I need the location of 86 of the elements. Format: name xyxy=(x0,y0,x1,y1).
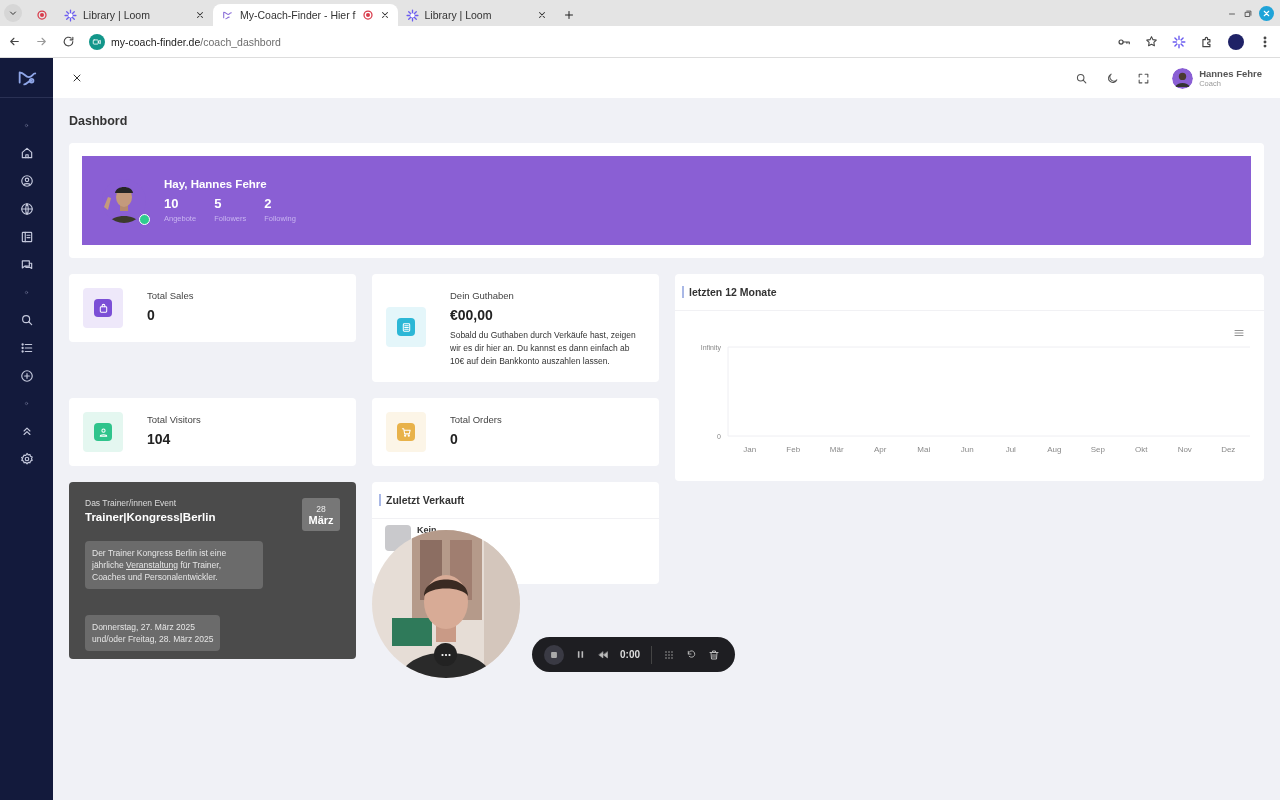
trash-icon[interactable] xyxy=(708,648,720,661)
card-value: 0 xyxy=(450,431,459,447)
card-title: Total Orders xyxy=(450,414,502,425)
card-value: 104 xyxy=(147,431,172,447)
close-window-button[interactable] xyxy=(1259,6,1274,21)
event-title: Trainer|Kongress|Berlin xyxy=(85,511,216,523)
axis-tick-label: Jan xyxy=(743,445,757,454)
close-icon[interactable] xyxy=(71,72,83,84)
dot-icon xyxy=(23,289,30,296)
chat-icon[interactable] xyxy=(19,258,34,272)
record-icon xyxy=(36,9,48,21)
sunburst-icon[interactable] xyxy=(1172,34,1186,49)
event-date: und/oder Freitag, 28. März 2025 xyxy=(92,633,214,645)
close-icon[interactable] xyxy=(379,10,390,20)
stat-value: 10 xyxy=(164,196,180,211)
card-title: Total Visitors xyxy=(147,414,201,425)
dot-icon xyxy=(23,400,30,407)
axis-tick-label: Jun xyxy=(960,445,974,454)
settings-icon[interactable] xyxy=(19,452,34,466)
card-title: Total Sales xyxy=(147,290,194,301)
rewind-icon[interactable] xyxy=(597,648,609,661)
stop-icon xyxy=(549,649,559,660)
home-icon[interactable] xyxy=(19,146,34,160)
profile-avatar[interactable] xyxy=(1228,33,1244,50)
pause-icon[interactable] xyxy=(575,649,586,660)
layout-icon[interactable] xyxy=(19,230,34,244)
axis-tick-label: Okt xyxy=(1135,445,1148,454)
card-value: €00,00 xyxy=(450,307,494,323)
site-info-icon[interactable] xyxy=(89,33,105,50)
globe-icon[interactable] xyxy=(19,202,34,216)
undo-icon[interactable] xyxy=(686,649,697,660)
moon-icon[interactable] xyxy=(1106,71,1120,85)
axis-tick-label: Sep xyxy=(1090,445,1105,454)
list-icon[interactable] xyxy=(19,341,34,355)
user-icon[interactable] xyxy=(19,174,34,188)
page-title: Dashbord xyxy=(69,114,129,128)
search-icon[interactable] xyxy=(1075,71,1089,85)
card-heading: Zuletzt Verkauft xyxy=(386,494,465,506)
add-icon[interactable] xyxy=(19,369,34,383)
axis-tick-label: Dez xyxy=(1221,445,1236,454)
card-value: 0 xyxy=(147,307,156,323)
camera-icon xyxy=(92,36,102,47)
browser-tab[interactable]: My-Coach-Finder - Hier f xyxy=(213,4,398,26)
stat-value: 5 xyxy=(214,196,223,211)
axis-tick-label: Nov xyxy=(1177,445,1192,454)
event-date: Donnerstag, 27. März 2025 xyxy=(92,621,196,633)
close-icon[interactable] xyxy=(195,10,205,20)
search-icon[interactable] xyxy=(19,313,34,327)
record-icon xyxy=(361,9,374,21)
user-avatar[interactable] xyxy=(1172,67,1194,89)
axis-tick-label: Aug xyxy=(1047,445,1062,454)
plus-icon[interactable] xyxy=(562,9,575,21)
recording-time: 0:00 xyxy=(620,649,640,660)
stop-button[interactable] xyxy=(544,644,564,665)
star-icon[interactable] xyxy=(1145,35,1158,48)
sunburst-icon xyxy=(64,8,77,22)
close-icon xyxy=(1262,9,1271,18)
axis-tick-label: Mär xyxy=(829,445,844,454)
axis-tick-label: Apr xyxy=(874,445,887,454)
badge-day: 28 xyxy=(316,503,326,514)
reload-icon[interactable] xyxy=(62,35,75,48)
axis-tick-label: Jul xyxy=(1005,445,1016,454)
axis-tick-label: Feb xyxy=(786,445,801,454)
puzzle-icon[interactable] xyxy=(1200,34,1214,49)
user-name: Hannes Fehre xyxy=(1199,68,1262,79)
menu-icon[interactable] xyxy=(1233,327,1245,339)
greeting: Hay, Hannes Fehre xyxy=(164,178,268,190)
back-icon[interactable] xyxy=(8,35,21,48)
event-label: Das Trainer/innen Event xyxy=(85,498,178,508)
maximize-icon[interactable] xyxy=(1243,8,1253,19)
fullscreen-icon[interactable] xyxy=(1137,71,1151,85)
browser-tab[interactable]: Library | Loom xyxy=(397,4,555,26)
forward-icon[interactable] xyxy=(35,35,48,48)
card-note: Sobald du Guthaben durch Verkäufe hast, zeigen wir es dir hier an. Du kannst es dann einfach ab 10€ auf dein Bankkonto auszahlen lassen. xyxy=(450,329,637,368)
event-description: Der Trainer Kongress Berlin ist eine jährliche Veranstaltung für Trainer, Coaches und Personalentwickler. xyxy=(85,541,263,589)
event-link[interactable]: Veranstaltung xyxy=(126,560,178,570)
stat-value: 2 xyxy=(264,196,273,211)
close-icon[interactable] xyxy=(536,10,547,20)
dot-icon xyxy=(23,122,30,129)
badge-month: März xyxy=(308,513,334,526)
browser-tab[interactable]: Library | Loom xyxy=(56,4,213,26)
axis-tick-label: Mai xyxy=(917,445,931,454)
tab-list-button[interactable] xyxy=(4,4,22,22)
chart-title: letzten 12 Monate xyxy=(689,286,777,298)
card-title: Dein Guthaben xyxy=(450,290,515,301)
sunburst-icon xyxy=(405,8,419,22)
